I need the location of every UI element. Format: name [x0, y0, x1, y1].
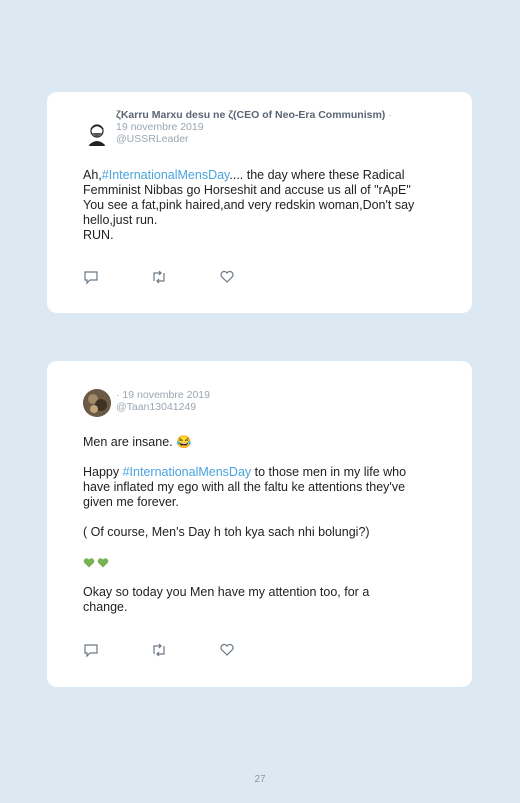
text-line: Happy #InternationalMensDay to those men… — [83, 465, 444, 480]
text-line: change. — [83, 600, 128, 614]
green-heart-icon — [97, 557, 109, 569]
text-line: given me forever. — [83, 495, 179, 509]
text-line: Femminist Nibbas go Horseshit and accuse… — [83, 183, 411, 197]
handle[interactable]: @USSRLeader — [116, 133, 392, 145]
page-number: 27 — [254, 774, 266, 785]
tweet-meta: ζKarru Marxu desu ne ζ(CEO of Neo-Era Co… — [116, 109, 392, 145]
retweet-icon[interactable] — [150, 642, 166, 658]
hashtag-link[interactable]: #InternationalMensDay — [123, 465, 252, 479]
retweet-icon[interactable] — [150, 269, 166, 285]
text-line: Men are insane. 😂 — [83, 435, 192, 449]
handle[interactable]: @Taan13041249 — [116, 401, 210, 413]
text-line: Ah,#InternationalMensDay.... the day whe… — [83, 168, 444, 183]
tweet-card: · 19 novembre 2019 @Taan13041249 Men are… — [47, 361, 472, 687]
avatar[interactable] — [83, 389, 111, 417]
text-fragment: Happy — [83, 465, 123, 479]
text-fragment: .... the day where these Radical — [229, 168, 405, 182]
separator: · — [388, 109, 392, 121]
tweet-card: ζKarru Marxu desu ne ζ(CEO of Neo-Era Co… — [47, 92, 472, 313]
text-line: Okay so today you Men have my attention … — [83, 585, 370, 599]
text-fragment: to those men in my life who — [251, 465, 407, 479]
tweet-meta: · 19 novembre 2019 @Taan13041249 — [116, 389, 210, 413]
green-heart-icon — [83, 557, 95, 569]
text-line: RUN. — [83, 228, 114, 242]
text-line: hello,just run. — [83, 213, 158, 227]
tweet-text: Ah,#InternationalMensDay.... the day whe… — [83, 168, 444, 243]
reply-icon[interactable] — [83, 642, 99, 658]
hashtag-link[interactable]: #InternationalMensDay — [102, 168, 230, 182]
text-line: You see a fat,pink haired,and very redsk… — [83, 198, 415, 212]
like-icon[interactable] — [219, 269, 235, 285]
text-line: have inflated my ego with all the faltu … — [83, 480, 406, 494]
tweet-text: Men are insane. 😂 Happy #InternationalMe… — [83, 435, 444, 615]
separator: · — [116, 389, 120, 401]
display-name[interactable]: ζKarru Marxu desu ne ζ(CEO of Neo-Era Co… — [116, 109, 385, 121]
like-icon[interactable] — [219, 642, 235, 658]
emoji-line — [83, 555, 111, 570]
reply-icon[interactable] — [83, 269, 99, 285]
tweet-date[interactable]: 19 novembre 2019 — [122, 389, 210, 401]
tweet-date[interactable]: 19 novembre 2019 — [116, 121, 392, 133]
text-fragment: Ah, — [83, 168, 102, 182]
text-line: ( Of course, Men's Day h toh kya sach nh… — [83, 525, 370, 539]
avatar[interactable] — [83, 120, 111, 148]
